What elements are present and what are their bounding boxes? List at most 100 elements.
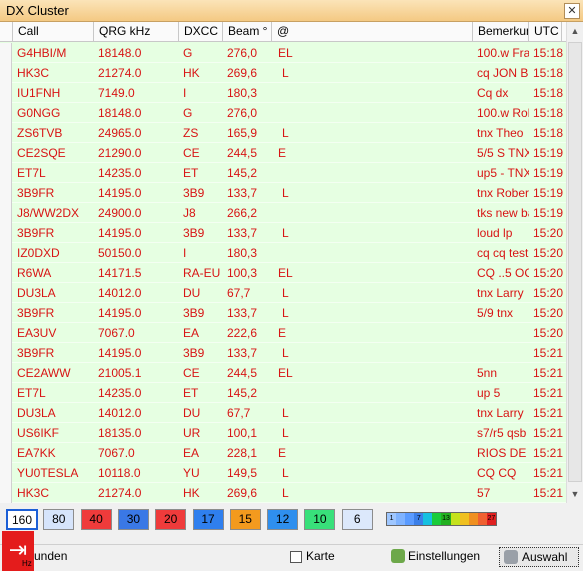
map-checkbox[interactable] [290, 551, 302, 563]
table-row[interactable]: 3B9FR 14195.0 3B9 133,7 Ltnx Robert 15:19 [0, 183, 566, 203]
row-selector[interactable] [0, 183, 12, 203]
select-button[interactable]: Auswahl [499, 547, 579, 567]
row-selector[interactable] [0, 63, 12, 83]
cell-dxcc: G [183, 106, 193, 120]
row-selector[interactable] [0, 203, 12, 223]
cell-remark: tnx Larry [477, 406, 524, 420]
row-selector[interactable] [0, 263, 12, 283]
row-selector[interactable] [0, 443, 12, 463]
row-selector[interactable] [0, 343, 12, 363]
table-row[interactable]: ZS6TVB 24965.0 ZS 165,9 Ltnx Theo 15:18 [0, 123, 566, 143]
row-selector[interactable] [0, 303, 12, 323]
row-selector[interactable] [0, 123, 12, 143]
cell-qrg: 7067.0 [98, 326, 135, 340]
table-row[interactable]: ET7L 14235.0 ET 145,2 up5 - TNX 15:19 [0, 163, 566, 183]
cell-call: 3B9FR [17, 306, 55, 320]
row-selector[interactable] [0, 83, 12, 103]
cell-remark: 100.w Rol [477, 106, 529, 120]
band-filter-30[interactable]: 30 [117, 509, 149, 530]
row-selector[interactable] [0, 163, 12, 183]
settings-icon[interactable] [391, 549, 405, 563]
cell-beam: 67,7 [227, 286, 251, 300]
table-row[interactable]: US6IKF 18135.0 UR 100,1 Ls7/r5 qsb 15:21 [0, 423, 566, 443]
row-selector[interactable] [0, 323, 12, 343]
band-filter-10[interactable]: 10 [304, 509, 336, 530]
scroll-thumb[interactable] [568, 42, 582, 482]
row-selector[interactable] [0, 143, 12, 163]
header-at[interactable]: @ [272, 22, 473, 42]
table-row[interactable]: YU0TESLA 10118.0 YU 149,5 L CQ CQ 15:21 [0, 463, 566, 483]
band-filter-80[interactable]: 80 [43, 509, 75, 530]
cell-qrg: 14195.0 [98, 306, 142, 320]
row-selector[interactable] [0, 363, 12, 383]
row-selector[interactable] [0, 43, 12, 63]
table-row[interactable]: ET7L 14235.0 ET 145,2 up 5 15:21 [0, 383, 566, 403]
band-filter-20[interactable]: 20 [155, 509, 187, 530]
cell-beam: 266,2 [227, 206, 258, 220]
table-row[interactable]: 3B9FR 14195.0 3B9 133,7 L 5/9 tnx 15:20 [0, 303, 566, 323]
table-row[interactable]: R6WA 14171.5 RA-EU 100,3 EL CQ ..5 OC 15:20 [0, 263, 566, 283]
cell-at [278, 103, 475, 123]
cell-remark [477, 343, 529, 363]
header-call[interactable]: Call [13, 22, 94, 42]
cell-remark: tnx Theo [477, 126, 524, 140]
table-row[interactable]: 3B9FR 14195.0 3B9 133,7 Lloud lp 15:20 [0, 223, 566, 243]
cell-call: G0NGG [17, 106, 61, 120]
settings-button[interactable]: Einstellungen [408, 549, 480, 563]
close-button[interactable]: ✕ [564, 3, 580, 19]
table-row[interactable]: CE2SQE 21290.0 CE 244,5 E 5/5 S TNX 15:19 [0, 143, 566, 163]
cell-call: HK3C [17, 66, 50, 80]
cell-at: L [282, 406, 289, 420]
cell-utc: 15:19 [533, 146, 564, 160]
row-selector[interactable] [0, 383, 12, 403]
row-selector[interactable] [0, 103, 12, 123]
table-row[interactable]: G0NGG 18148.0 G 276,0 100.w Rol 15:18 [0, 103, 566, 123]
row-selector[interactable] [0, 463, 12, 483]
row-selector[interactable] [0, 403, 12, 423]
table-row[interactable]: J8/WW2DX 24900.0 J8 266,2 tks new ba 15:19 [0, 203, 566, 223]
cell-beam: 269,6 [227, 66, 258, 80]
cell-at: EL [278, 266, 293, 280]
scroll-up-icon[interactable]: ▲ [567, 23, 583, 39]
table-row[interactable]: HK3C 21274.0 HK 269,6 Lcq JON BC 15:18 [0, 63, 566, 83]
cell-beam: 133,7 [227, 306, 258, 320]
table-row[interactable]: HK3C 21274.0 HK 269,6 L 57 15:21 [0, 483, 566, 503]
scroll-down-icon[interactable]: ▼ [567, 486, 583, 502]
table-row[interactable]: DU3LA 14012.0 DU 67,7 Ltnx Larry 15:20 [0, 283, 566, 303]
cell-remark: RIOS DE I [477, 446, 529, 460]
table-row[interactable]: G4HBI/M 18148.0 G 276,0 EL 100.w Fra 15:18 [0, 43, 566, 63]
table-row[interactable]: EA7KK 7067.0 EA 228,1 E RIOS DE I 15:21 [0, 443, 566, 463]
vertical-scrollbar[interactable]: ▲ ▼ [566, 22, 583, 503]
header-remark[interactable]: Bemerkun [473, 22, 529, 42]
row-selector[interactable] [0, 243, 12, 263]
legend-swatch [450, 513, 460, 525]
cell-at: L [282, 306, 289, 320]
table-row[interactable]: IU1FNH 7149.0 I 180,3 Cq dx 15:18 [0, 83, 566, 103]
table-row[interactable]: EA3UV 7067.0 EA 222,6 E 15:20 [0, 323, 566, 343]
table-row[interactable]: 3B9FR 14195.0 3B9 133,7 L 15:21 [0, 343, 566, 363]
header-beam[interactable]: Beam ° [223, 22, 272, 42]
cell-beam: 133,7 [227, 346, 258, 360]
row-selector[interactable] [0, 223, 12, 243]
table-row[interactable]: IZ0DXD 50150.0 I 180,3 cq cq test 15:20 [0, 243, 566, 263]
cell-remark: 100.w Fra [477, 46, 529, 60]
cell-at: L [282, 66, 289, 80]
title-bar: DX Cluster ✕ [0, 0, 583, 22]
cell-call: IZ0DXD [17, 246, 60, 260]
band-filter-17[interactable]: 17 [192, 509, 224, 530]
header-dxcc[interactable]: DXCC [179, 22, 223, 42]
table-row[interactable]: DU3LA 14012.0 DU 67,7 Ltnx Larry 15:21 [0, 403, 566, 423]
band-filter-40[interactable]: 40 [80, 509, 112, 530]
band-filter-160[interactable]: 160 [6, 509, 38, 530]
header-qrg[interactable]: QRG kHz [94, 22, 179, 42]
cell-call: 3B9FR [17, 226, 55, 240]
row-selector[interactable] [0, 423, 12, 443]
window-title: DX Cluster [6, 3, 69, 18]
band-filter-15[interactable]: 15 [229, 509, 261, 530]
band-filter-6[interactable]: 6 [341, 509, 373, 530]
band-filter-12[interactable]: 12 [267, 509, 299, 530]
row-selector[interactable] [0, 483, 12, 503]
table-row[interactable]: CE2AWW 21005.1 CE 244,5 EL 5nn 15:21 [0, 363, 566, 383]
row-selector[interactable] [0, 283, 12, 303]
header-utc[interactable]: UTC [529, 22, 562, 42]
